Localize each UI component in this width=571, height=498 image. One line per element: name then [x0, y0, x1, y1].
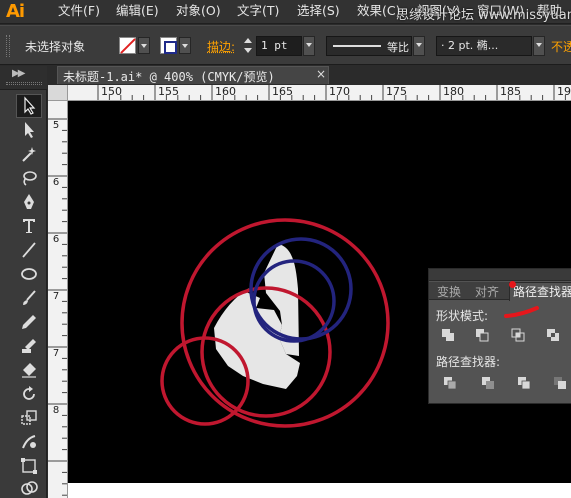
panel-title-bar[interactable] — [429, 269, 571, 281]
panel-tabs: 变换 对齐 路径查找器 — [429, 282, 571, 301]
stroke-dropdown-icon[interactable] — [179, 37, 191, 54]
selection-tool-icon[interactable] — [16, 94, 42, 118]
stroke-weight-dropdown-icon[interactable] — [303, 36, 315, 56]
tab-pathfinder[interactable]: 路径查找器 — [509, 282, 571, 301]
exclude-icon[interactable] — [544, 327, 562, 343]
menu-object[interactable]: 对象(O) — [176, 0, 221, 24]
watermark-text: 思缘设计论坛 www.missyuan.com — [396, 8, 571, 23]
ruler-label: 180 — [443, 85, 464, 98]
opacity-label[interactable]: 不透明度 — [551, 38, 571, 55]
fill-dropdown-icon[interactable] — [138, 37, 150, 54]
ruler-label: 8 — [52, 405, 60, 416]
lasso-tool-icon[interactable] — [16, 166, 42, 190]
line-segment-tool-icon[interactable] — [16, 238, 42, 262]
ruler-label: 155 — [158, 85, 179, 98]
pen-tool-icon[interactable] — [16, 190, 42, 214]
collapse-arrows-icon[interactable]: ▶▶ — [12, 68, 25, 79]
eraser-tool-icon[interactable] — [16, 358, 42, 382]
ruler-label: 6 — [52, 177, 60, 188]
brush-definition-select[interactable]: · 2 pt. 椭... — [436, 36, 532, 56]
unite-icon[interactable] — [439, 327, 457, 343]
red-annotation-stroke — [504, 306, 539, 318]
pathfinder-panel: 变换 对齐 路径查找器 形状模式: 路径查找器: — [428, 268, 571, 404]
tab-align[interactable]: 对齐 — [475, 283, 499, 300]
stroke-label[interactable]: 描边: — [207, 38, 235, 55]
divide-icon[interactable] — [441, 375, 459, 391]
horizontal-ruler-ticks — [97, 85, 566, 100]
ruler-label: 150 — [101, 85, 122, 98]
tools-panel-grip[interactable] — [6, 82, 42, 85]
ruler-label: 7 — [52, 291, 60, 302]
direct-selection-tool-icon[interactable] — [16, 118, 42, 142]
warp-tool-icon[interactable] — [16, 430, 42, 454]
menu-bar: Ai 文件(F) 编辑(E) 对象(O) 文字(T) 选择(S) 效果(C) 视… — [0, 0, 571, 24]
document-tab[interactable]: 未标题-1.ai* @ 400% (CMYK/预览) × — [57, 66, 329, 84]
stroke-weight-field[interactable]: 1 pt — [256, 36, 302, 56]
close-icon[interactable]: × — [316, 67, 326, 81]
profile-line-icon — [333, 45, 381, 47]
control-bar-grip[interactable] — [6, 35, 10, 57]
tools-panel: ▶▶ — [0, 66, 47, 498]
pathfinders-label: 路径查找器: — [436, 355, 501, 369]
control-bar: 未选择对象 描边: 1 pt 等比 · 2 pt. 椭... 不透明度 — [0, 25, 571, 65]
blob-brush-tool-icon[interactable] — [16, 334, 42, 358]
menu-type[interactable]: 文字(T) — [237, 0, 279, 24]
variable-width-profile-select[interactable]: 等比 — [326, 36, 412, 56]
menu-select[interactable]: 选择(S) — [297, 0, 340, 24]
shape-builder-tool-icon[interactable] — [16, 476, 42, 498]
paintbrush-tool-icon[interactable] — [16, 286, 42, 310]
profile-label: 等比 — [387, 41, 409, 54]
ruler-label: 185 — [500, 85, 521, 98]
fill-swatch[interactable] — [119, 37, 136, 54]
type-tool-icon[interactable] — [16, 214, 42, 238]
pencil-tool-icon[interactable] — [16, 310, 42, 334]
selection-status: 未选择对象 — [25, 40, 86, 54]
artboard-edge — [68, 483, 571, 498]
menu-effect[interactable]: 效果(C) — [357, 0, 400, 24]
document-tab-title: 未标题-1.ai* @ 400% (CMYK/预览) — [63, 70, 275, 84]
free-transform-tool-icon[interactable] — [16, 454, 42, 478]
tab-transform[interactable]: 变换 — [437, 283, 461, 300]
ruler-label: 190 — [557, 85, 571, 98]
profile-dropdown-icon[interactable] — [413, 36, 425, 56]
ruler-label: 5 — [52, 120, 60, 131]
ruler-label: 170 — [329, 85, 350, 98]
vertical-ruler[interactable]: 5 6 6 7 7 8 — [48, 101, 68, 498]
minus-front-icon[interactable] — [473, 327, 491, 343]
rotate-tool-icon[interactable] — [16, 382, 42, 406]
shape-modes-label: 形状模式: — [436, 309, 489, 323]
app-logo: Ai — [6, 1, 25, 22]
menu-file[interactable]: 文件(F) — [58, 0, 100, 24]
merge-icon[interactable] — [515, 375, 533, 391]
ruler-label: 175 — [386, 85, 407, 98]
brush-dropdown-icon[interactable] — [533, 36, 545, 56]
illustrator-window: Ai 文件(F) 编辑(E) 对象(O) 文字(T) 选择(S) 效果(C) 视… — [0, 0, 571, 498]
scale-tool-icon[interactable] — [16, 406, 42, 430]
ruler-label: 165 — [272, 85, 293, 98]
red-annotation-dot — [509, 281, 516, 288]
horizontal-ruler[interactable]: 150 155 160 165 170 175 180 185 190 — [68, 85, 571, 101]
stroke-swatch[interactable] — [160, 37, 177, 54]
trim-icon[interactable] — [479, 375, 497, 391]
ellipse-tool-icon[interactable] — [16, 262, 42, 286]
document-tab-bar: 未标题-1.ai* @ 400% (CMYK/预览) × — [48, 66, 571, 84]
crop-icon[interactable] — [551, 375, 569, 391]
menu-edit[interactable]: 编辑(E) — [116, 0, 159, 24]
tools-panel-header: ▶▶ — [0, 66, 47, 90]
magic-wand-tool-icon[interactable] — [16, 142, 42, 166]
ruler-label: 6 — [52, 234, 60, 245]
ruler-label: 7 — [52, 348, 60, 359]
intersect-icon[interactable] — [509, 327, 527, 343]
ruler-origin[interactable] — [48, 85, 68, 101]
stroke-weight-spinner-icon[interactable] — [241, 36, 255, 56]
ruler-label: 160 — [215, 85, 236, 98]
